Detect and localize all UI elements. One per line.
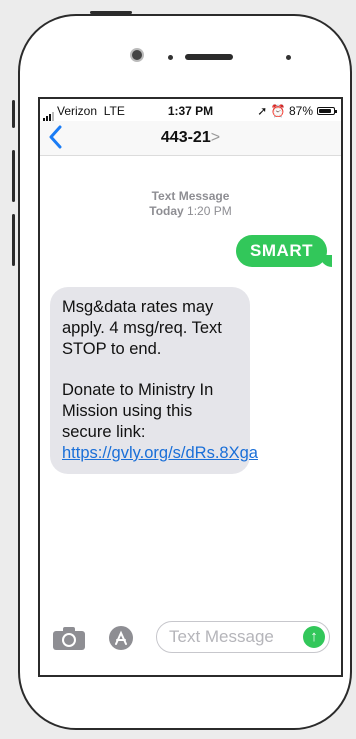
outgoing-message-bubble[interactable]: SMART <box>236 235 332 267</box>
conversation-header: 443-21> <box>40 121 341 156</box>
camera-icon[interactable] <box>52 625 86 656</box>
message-composer: Text Message ↑ <box>40 619 341 657</box>
battery-icon <box>317 107 337 115</box>
outgoing-message-text: SMART <box>250 241 313 260</box>
contact-number: 443-21 <box>160 129 211 146</box>
battery-fill <box>319 109 332 113</box>
alarm-icon: ⏰ <box>270 104 286 118</box>
sensor-dot <box>168 55 173 60</box>
incoming-message-text-1: Msg&data rates may apply. 4 msg/req. Tex… <box>62 298 222 358</box>
mute-switch <box>12 100 15 128</box>
thread-timestamp: Text Message Today 1:20 PM <box>40 189 341 219</box>
location-icon: ➚ <box>257 104 268 118</box>
message-input-placeholder: Text Message <box>169 627 274 646</box>
incoming-message-bubble[interactable]: Msg&data rates may apply. 4 msg/req. Tex… <box>50 287 258 474</box>
send-arrow-icon[interactable]: ↑ <box>303 626 325 648</box>
status-bar: Verizon LTE 1:37 PM ➚ ⏰ 87% <box>40 99 341 121</box>
message-input[interactable]: Text Message ↑ <box>156 621 330 653</box>
contact-title[interactable]: 443-21> <box>40 129 341 147</box>
phone-screen: Verizon LTE 1:37 PM ➚ ⏰ 87% 443-21> Text… <box>38 97 343 677</box>
incoming-message-text-2: Donate to Ministry In Mission using this… <box>62 381 258 462</box>
chevron-right-icon: > <box>210 129 221 146</box>
app-store-icon[interactable] <box>104 625 138 656</box>
message-type-label: Text Message <box>151 189 230 203</box>
status-right: ➚ ⏰ 87% <box>257 104 313 118</box>
proximity-sensor <box>286 55 291 60</box>
message-date: Today 1:20 PM <box>149 204 232 218</box>
battery-percent: 87% <box>288 104 313 118</box>
volume-down-button <box>12 214 15 266</box>
power-button <box>90 11 132 14</box>
front-camera <box>130 48 144 62</box>
volume-up-button <box>12 150 15 202</box>
donation-link[interactable]: https://gvly.org/s/dRs.8Xga <box>62 444 258 462</box>
earpiece-speaker <box>185 54 233 60</box>
